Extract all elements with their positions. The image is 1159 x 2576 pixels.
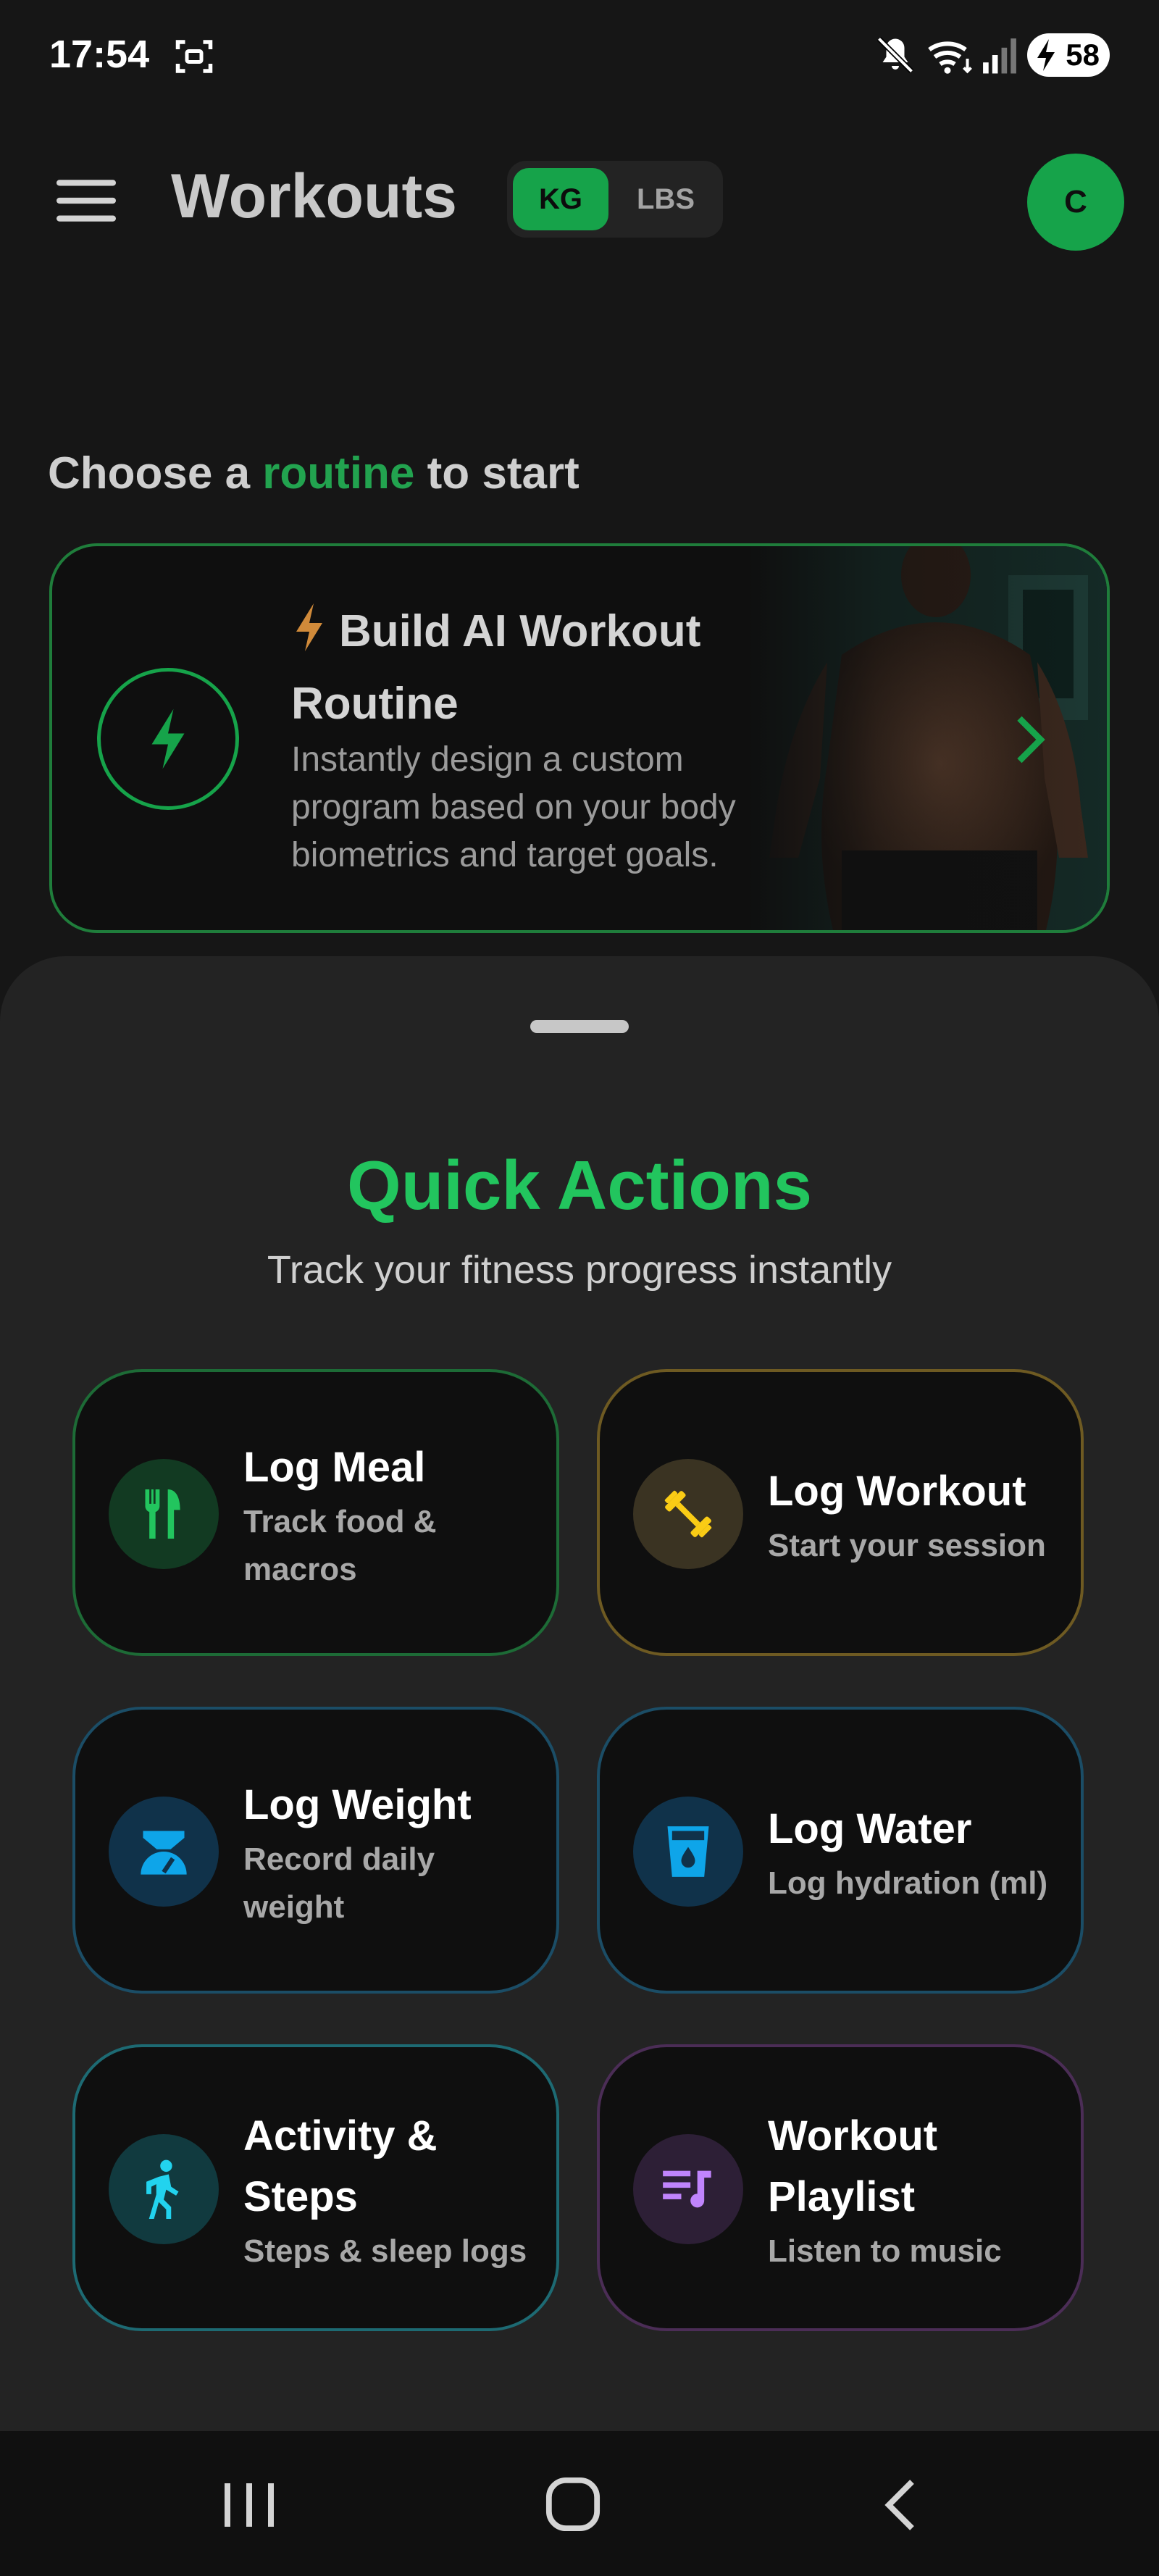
action-card-log-weight[interactable]: Log Weight Record daily weight [72, 1707, 559, 1994]
routine-heading: Choose a routine to start [48, 448, 580, 499]
routine-heading-pre: Choose a [48, 448, 263, 498]
action-card-log-meal[interactable]: Log Meal Track food & macros [72, 1369, 559, 1656]
action-title: Log Meal [243, 1444, 426, 1491]
signal-icon [983, 38, 1016, 74]
lightning-icon [296, 603, 322, 651]
action-title: Activity & Steps [243, 2112, 438, 2220]
walking-icon [109, 2134, 219, 2244]
quick-actions-title: Quick Actions [347, 1147, 812, 1224]
action-subtitle: Log hydration (ml) [768, 1865, 1048, 1901]
recents-icon[interactable] [222, 2480, 277, 2530]
action-subtitle: Start your session [768, 1528, 1046, 1563]
ai-card-description: Instantly design a custom program based … [291, 740, 736, 874]
scale-icon [109, 1797, 219, 1907]
routine-heading-highlight: routine [262, 448, 415, 498]
status-time: 17:54 [49, 33, 150, 76]
action-card-log-water[interactable]: Log Water Log hydration (ml) [597, 1707, 1084, 1994]
bolt-icon [151, 708, 185, 769]
sheet-drag-handle[interactable] [530, 1020, 629, 1033]
action-title: Workout Playlist [768, 2112, 938, 2220]
page-title: Workouts [171, 162, 457, 231]
water-cup-icon [633, 1797, 743, 1907]
fork-knife-icon [109, 1459, 219, 1569]
system-nav-bar [0, 2431, 1159, 2576]
playlist-icon [633, 2134, 743, 2244]
action-subtitle: Record daily weight [243, 1841, 435, 1925]
action-subtitle: Track food & macros [243, 1504, 437, 1587]
unit-option-lbs[interactable]: LBS [616, 168, 716, 230]
action-title: Log Water [768, 1805, 972, 1852]
mute-icon [876, 36, 914, 74]
action-card-workout-playlist[interactable]: Workout Playlist Listen to music [597, 2044, 1084, 2331]
avatar[interactable]: C [1027, 154, 1124, 251]
action-title: Log Weight [243, 1781, 472, 1828]
home-icon[interactable] [545, 2476, 601, 2533]
wifi-icon [928, 41, 972, 74]
action-card-log-workout[interactable]: Log Workout Start your session [597, 1369, 1084, 1656]
action-subtitle: Steps & sleep logs [243, 2233, 527, 2269]
action-card-activity-steps[interactable]: Activity & Steps Steps & sleep logs [72, 2044, 559, 2331]
chevron-right-icon [1017, 716, 1045, 764]
ai-card-title: Build AI Workout Routine [291, 595, 842, 740]
battery-charging-icon [1037, 39, 1055, 71]
battery-level: 58 [1066, 38, 1100, 72]
routine-heading-post: to start [414, 448, 580, 498]
unit-option-kg[interactable]: KG [513, 168, 608, 230]
back-icon[interactable] [882, 2477, 919, 2533]
screenshot-icon [175, 40, 213, 73]
ai-routine-card[interactable]: Build AI Workout Routine Instantly desig… [49, 543, 1110, 933]
quick-actions-subtitle: Track your fitness progress instantly [267, 1248, 892, 1292]
quick-actions-sheet: Quick Actions Track your fitness progres… [0, 956, 1159, 2431]
action-subtitle: Listen to music [768, 2233, 1002, 2269]
menu-icon[interactable] [57, 180, 116, 222]
action-title: Log Workout [768, 1468, 1026, 1515]
ai-bolt-badge [97, 668, 239, 810]
dumbbell-icon [633, 1459, 743, 1569]
status-bar: 17:54 58 [0, 0, 1159, 109]
ai-card-title-text: Build AI Workout Routine [291, 606, 701, 729]
unit-toggle[interactable]: KG LBS [507, 161, 723, 238]
